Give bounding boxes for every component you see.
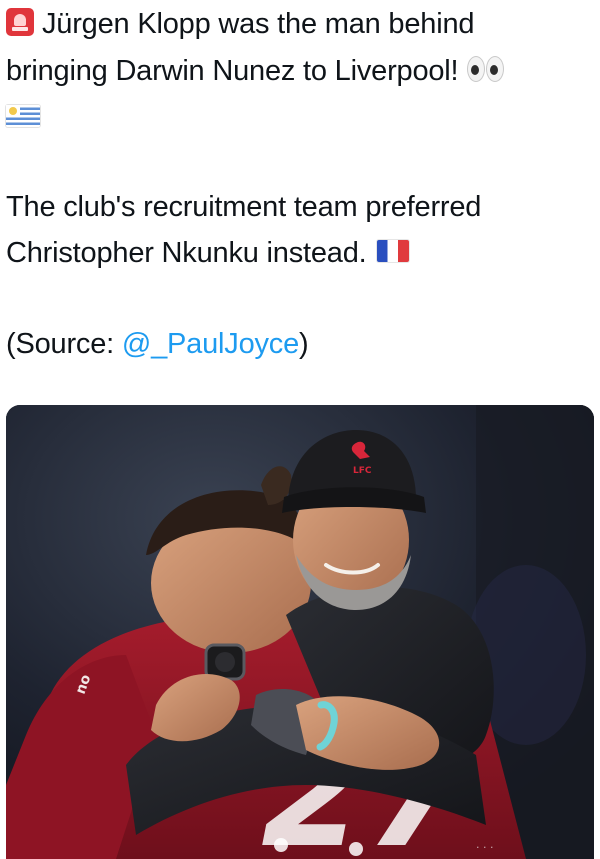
headline-text-2: bringing Darwin Nunez to Liverpool! xyxy=(6,55,459,87)
source-suffix: ) xyxy=(299,328,309,360)
source-prefix: (Source: xyxy=(6,328,122,360)
source-mention-link[interactable]: @_PaulJoyce xyxy=(122,328,299,360)
headline-text-1: Jürgen Klopp was the man behind xyxy=(42,8,475,40)
source-line: (Source: @_PaulJoyce) xyxy=(6,327,309,361)
tweet-photo[interactable]: no 27 LFC · · · xyxy=(6,405,594,859)
watermark-mark: · · · xyxy=(476,841,493,854)
watch-face xyxy=(215,652,235,672)
france-flag-icon xyxy=(376,240,409,263)
headline-line-1: Jürgen Klopp was the man behind xyxy=(6,7,475,41)
paragraph-text-2: Christopher Nkunku instead. xyxy=(6,237,367,269)
photo-illustration: no 27 LFC · · · xyxy=(6,405,594,859)
eyes-icon xyxy=(466,56,505,83)
paragraph-line-1: The club's recruitment team preferred xyxy=(6,190,481,224)
uruguay-flag-icon xyxy=(6,105,40,128)
flag-line xyxy=(6,98,40,128)
sleeve-badge-icon xyxy=(349,842,363,856)
police-light-icon xyxy=(6,8,34,37)
paragraph-line-2: Christopher Nkunku instead. xyxy=(6,236,409,270)
headline-line-2: bringing Darwin Nunez to Liverpool! xyxy=(6,54,505,88)
paragraph-text-1: The club's recruitment team preferred xyxy=(6,191,482,223)
sleeve-badge-icon xyxy=(274,838,288,852)
cap-badge-text: LFC xyxy=(353,466,372,476)
